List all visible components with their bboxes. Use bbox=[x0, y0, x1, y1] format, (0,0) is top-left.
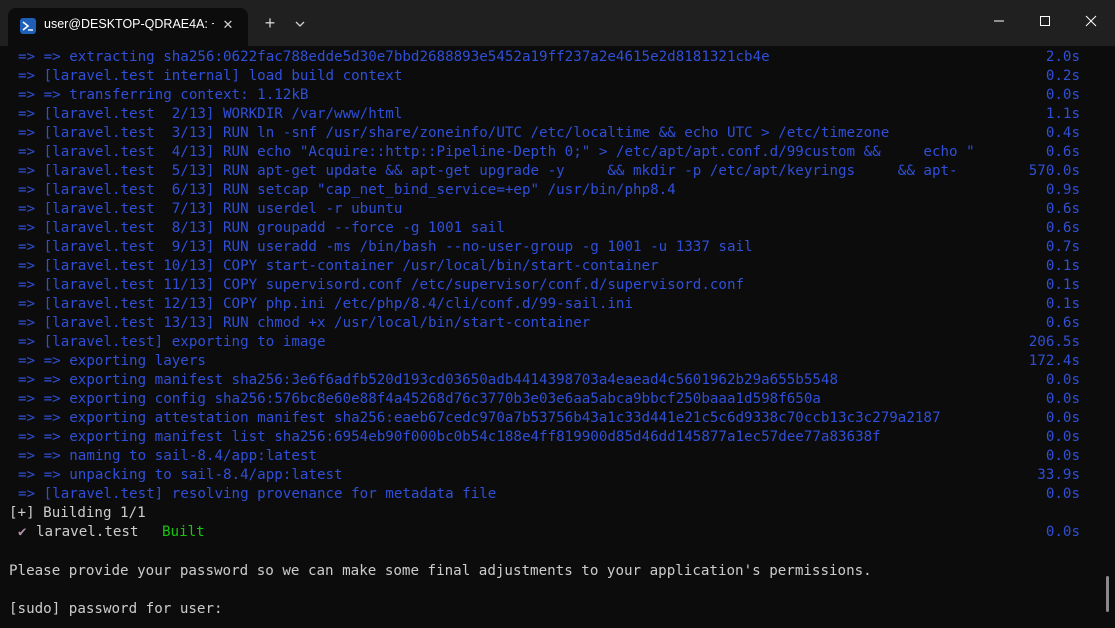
log-line: => [laravel.test 6/13] RUN setcap "cap_n… bbox=[18, 181, 1098, 200]
log-line: => [laravel.test 12/13] COPY php.ini /et… bbox=[18, 295, 1098, 314]
log-line: => [laravel.test 10/13] COPY start-conta… bbox=[18, 257, 1098, 276]
log-line: => [laravel.test 9/13] RUN useradd -ms /… bbox=[18, 238, 1098, 257]
log-text: => => extracting sha256:0622fac788edde5d… bbox=[18, 49, 770, 65]
built-status: Built bbox=[162, 524, 205, 540]
built-service: laravel.test bbox=[36, 524, 139, 540]
log-line: => [laravel.test 11/13] COPY supervisord… bbox=[18, 276, 1098, 295]
log-line: => [laravel.test 5/13] RUN apt-get updat… bbox=[18, 162, 1098, 181]
tab-close-icon[interactable]: ✕ bbox=[218, 17, 238, 35]
log-line: => [laravel.test 7/13] RUN userdel -r ub… bbox=[18, 200, 1098, 219]
log-text: => [laravel.test 12/13] COPY php.ini /et… bbox=[18, 296, 633, 312]
log-text: => [laravel.test] resolving provenance f… bbox=[18, 486, 497, 502]
password-message-text: Please provide your password so we can m… bbox=[9, 563, 872, 579]
title-bar: user@DESKTOP-QDRAE4A: ~ ✕ + bbox=[0, 0, 1115, 46]
tab-title: user@DESKTOP-QDRAE4A: ~ bbox=[44, 17, 214, 31]
log-text: => [laravel.test 4/13] RUN echo "Acquire… bbox=[18, 144, 975, 160]
log-line: => [laravel.test] resolving provenance f… bbox=[18, 485, 1098, 504]
built-row: ✔ laravel.test Built 0.0s bbox=[18, 523, 1098, 542]
log-text: => => exporting layers bbox=[18, 353, 206, 369]
maximize-icon bbox=[1040, 16, 1050, 26]
log-time: 33.9s bbox=[1037, 467, 1080, 483]
log-text: => => unpacking to sail-8.4/app:latest bbox=[18, 467, 343, 483]
log-text: => [laravel.test 9/13] RUN useradd -ms /… bbox=[18, 239, 753, 255]
log-time: 0.0s bbox=[1045, 448, 1080, 464]
maximize-button[interactable] bbox=[1022, 0, 1068, 42]
log-text: => => naming to sail-8.4/app:latest bbox=[18, 448, 317, 464]
log-time: 0.0s bbox=[1045, 391, 1080, 407]
log-text: => => exporting attestation manifest sha… bbox=[18, 410, 941, 426]
log-text: => [laravel.test 2/13] WORKDIR /var/www/… bbox=[18, 106, 403, 122]
log-text: => [laravel.test 5/13] RUN apt-get updat… bbox=[18, 163, 958, 179]
checkmark-icon: ✔ bbox=[18, 524, 27, 540]
chevron-down-icon[interactable] bbox=[290, 14, 310, 34]
log-line: => => exporting attestation manifest sha… bbox=[18, 409, 1098, 428]
password-message: Please provide your password so we can m… bbox=[9, 562, 1089, 581]
log-text: => => exporting config sha256:576bc8e60e… bbox=[18, 391, 821, 407]
log-time: 0.2s bbox=[1045, 68, 1080, 84]
powershell-icon bbox=[20, 18, 36, 34]
log-line: => => naming to sail-8.4/app:latest 0.0s bbox=[18, 447, 1098, 466]
close-icon bbox=[1085, 15, 1097, 27]
log-line: => [laravel.test 4/13] RUN echo "Acquire… bbox=[18, 143, 1098, 162]
log-time: 0.6s bbox=[1045, 144, 1080, 160]
minimize-button[interactable] bbox=[976, 0, 1022, 42]
log-text: => => transferring context: 1.12kB bbox=[18, 87, 309, 103]
log-line: => [laravel.test 13/13] RUN chmod +x /us… bbox=[18, 314, 1098, 333]
log-time: 172.4s bbox=[1028, 353, 1080, 369]
building-status: [+] Building 1/1 bbox=[9, 504, 1089, 523]
log-time: 570.0s bbox=[1028, 163, 1080, 179]
log-time: 1.1s bbox=[1045, 106, 1080, 122]
log-time: 0.9s bbox=[1045, 182, 1080, 198]
log-line: => => exporting manifest list sha256:695… bbox=[18, 428, 1098, 447]
log-line: => [laravel.test] exporting to image 206.… bbox=[18, 333, 1098, 352]
building-status-text: [+] Building 1/1 bbox=[9, 505, 146, 521]
log-time: 0.1s bbox=[1045, 277, 1080, 293]
log-line: => => unpacking to sail-8.4/app:latest 33… bbox=[18, 466, 1098, 485]
built-time: 0.0s bbox=[1045, 524, 1080, 540]
log-time: 0.0s bbox=[1045, 410, 1080, 426]
terminal-tab[interactable]: user@DESKTOP-QDRAE4A: ~ ✕ bbox=[8, 8, 248, 46]
log-text: => [laravel.test 7/13] RUN userdel -r ub… bbox=[18, 201, 403, 217]
log-line: => [laravel.test 2/13] WORKDIR /var/www/… bbox=[18, 105, 1098, 124]
terminal-window: user@DESKTOP-QDRAE4A: ~ ✕ + => => extrac… bbox=[0, 0, 1115, 628]
log-time: 0.6s bbox=[1045, 315, 1080, 331]
log-line: => [laravel.test 8/13] RUN groupadd --fo… bbox=[18, 219, 1098, 238]
log-text: => [laravel.test] exporting to image bbox=[18, 334, 326, 350]
log-text: => [laravel.test 6/13] RUN setcap "cap_n… bbox=[18, 182, 676, 198]
log-text: => [laravel.test 13/13] RUN chmod +x /us… bbox=[18, 315, 591, 331]
terminal-output[interactable]: => => extracting sha256:0622fac788edde5d… bbox=[0, 46, 1115, 628]
log-time: 206.5s bbox=[1028, 334, 1080, 350]
close-button[interactable] bbox=[1068, 0, 1114, 42]
log-text: => => exporting manifest list sha256:695… bbox=[18, 429, 881, 445]
log-time: 0.7s bbox=[1045, 239, 1080, 255]
log-time: 0.0s bbox=[1045, 87, 1080, 103]
log-time: 0.1s bbox=[1045, 296, 1080, 312]
log-line: => => extracting sha256:0622fac788edde5d… bbox=[18, 48, 1098, 67]
log-time: 2.0s bbox=[1045, 49, 1080, 65]
scrollbar[interactable] bbox=[1106, 576, 1109, 612]
log-time: 0.0s bbox=[1045, 486, 1080, 502]
log-time: 0.0s bbox=[1045, 372, 1080, 388]
log-line: => => exporting manifest sha256:3e6f6adf… bbox=[18, 371, 1098, 390]
log-text: => => exporting manifest sha256:3e6f6adf… bbox=[18, 372, 838, 388]
log-time: 0.4s bbox=[1045, 125, 1080, 141]
sudo-prompt[interactable]: [sudo] password for user: bbox=[9, 600, 1089, 619]
log-line: => => exporting layers 172.4s bbox=[18, 352, 1098, 371]
log-line: => [laravel.test 3/13] RUN ln -snf /usr/… bbox=[18, 124, 1098, 143]
log-text: => [laravel.test 10/13] COPY start-conta… bbox=[18, 258, 659, 274]
log-text: => [laravel.test 8/13] RUN groupadd --fo… bbox=[18, 220, 505, 236]
log-text: => [laravel.test 3/13] RUN ln -snf /usr/… bbox=[18, 125, 890, 141]
log-text: => [laravel.test 11/13] COPY supervisord… bbox=[18, 277, 745, 293]
log-line: => [laravel.test internal] load build co… bbox=[18, 67, 1098, 86]
log-line: => => transferring context: 1.12kB 0.0s bbox=[18, 86, 1098, 105]
log-time: 0.6s bbox=[1045, 220, 1080, 236]
log-line: => => exporting config sha256:576bc8e60e… bbox=[18, 390, 1098, 409]
new-tab-button[interactable]: + bbox=[258, 12, 282, 36]
log-text: => [laravel.test internal] load build co… bbox=[18, 68, 403, 84]
sudo-prompt-text: [sudo] password for user: bbox=[9, 601, 223, 617]
log-time: 0.1s bbox=[1045, 258, 1080, 274]
log-time: 0.0s bbox=[1045, 429, 1080, 445]
log-time: 0.6s bbox=[1045, 201, 1080, 217]
minimize-icon bbox=[994, 20, 1004, 22]
